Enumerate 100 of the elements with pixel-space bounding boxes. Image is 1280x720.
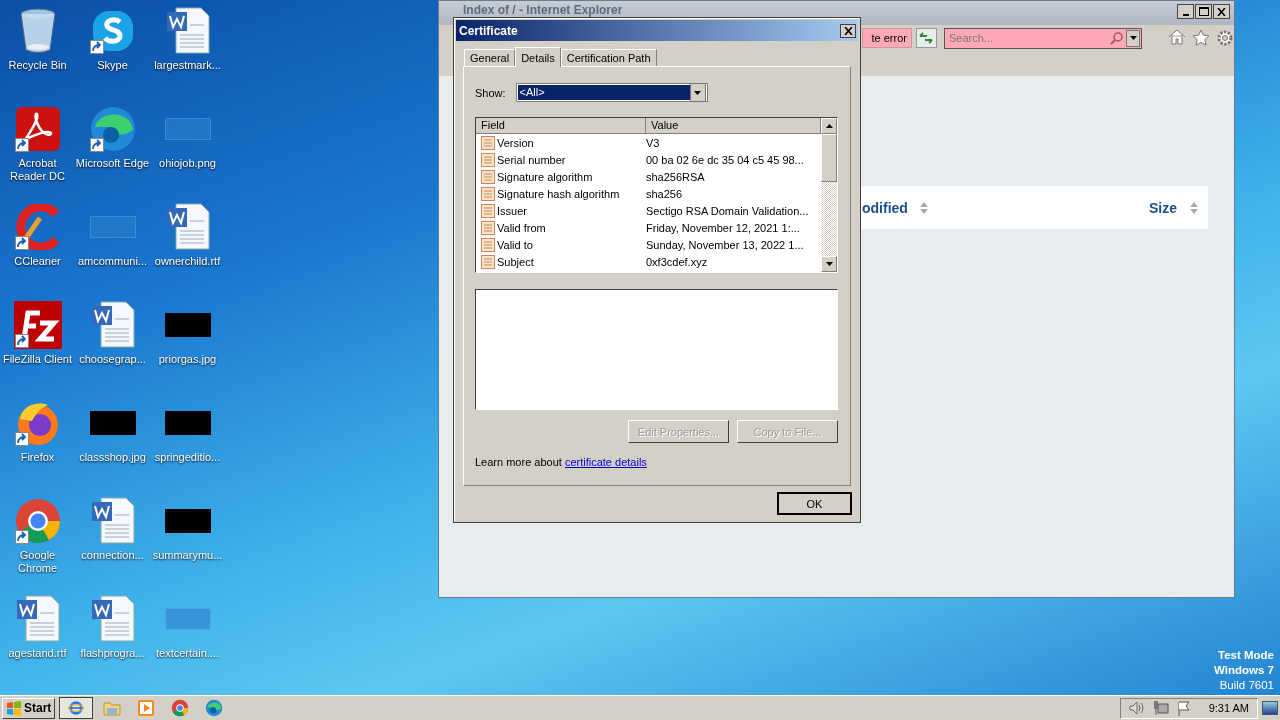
- os-notice-text: Build 7601: [1219, 678, 1274, 693]
- certificate-field-icon: [481, 186, 495, 201]
- desktop-icon-label[interactable]: Recycle Bin: [0, 59, 75, 72]
- desktop-icon-label[interactable]: Acrobat Reader DC: [0, 157, 75, 183]
- windows-flag-icon: [6, 700, 22, 716]
- tab[interactable]: Certification Path: [560, 49, 657, 66]
- image-thumbnail: [164, 411, 211, 435]
- desktop-icon-label[interactable]: ohiojob.png: [150, 157, 225, 170]
- certificate-field-icon: [481, 237, 495, 252]
- desktop-icon-label[interactable]: priorgas.jpg: [150, 353, 225, 366]
- image-thumbnail: [89, 216, 136, 238]
- field-name[interactable]: Version: [497, 136, 534, 149]
- flag-icon[interactable]: [1176, 700, 1191, 716]
- close-icon: [1217, 7, 1226, 16]
- field-value[interactable]: sha256: [646, 187, 821, 200]
- close-button[interactable]: [840, 23, 856, 38]
- desktop-icon-label[interactable]: CCleaner: [0, 255, 75, 268]
- document-icon: [15, 595, 60, 643]
- field-value[interactable]: V3: [646, 136, 821, 149]
- image-thumbnail: [164, 509, 211, 533]
- field-value[interactable]: sha256RSA: [646, 170, 821, 183]
- network-icon[interactable]: [1152, 700, 1169, 716]
- certificate-field-icon: [481, 254, 495, 269]
- desktop-icon-label[interactable]: Skype: [75, 59, 150, 72]
- settings-icon[interactable]: [1216, 29, 1234, 47]
- desktop-icon-label[interactable]: Firefox: [0, 451, 75, 464]
- column-header[interactable]: odified: [862, 199, 908, 216]
- desktop-icon-label[interactable]: Microsoft Edge: [75, 157, 150, 170]
- close-button[interactable]: [1213, 4, 1230, 19]
- document-icon: [165, 203, 210, 251]
- field-name[interactable]: Subject: [497, 255, 534, 268]
- desktop-icon-label[interactable]: largestmark...: [150, 59, 225, 72]
- field-value[interactable]: Sectigo RSA Domain Validation...: [646, 204, 821, 217]
- pdf-logo-icon: [14, 106, 61, 152]
- clock[interactable]: 9:31 AM: [1208, 702, 1249, 714]
- image-thumbnail: [164, 118, 211, 140]
- c-logo-icon: [13, 204, 62, 250]
- desktop-icon-label[interactable]: amcommuni...: [75, 255, 150, 268]
- play-icon: [137, 699, 156, 717]
- field-name[interactable]: Serial number: [497, 153, 566, 166]
- taskbar-app-button[interactable]: [59, 697, 94, 719]
- wave-logo-icon: [88, 105, 137, 153]
- speaker-icon[interactable]: [1128, 701, 1145, 715]
- field-name[interactable]: Valid from: [497, 221, 546, 234]
- certificate-field-icon: [481, 220, 495, 235]
- field-value[interactable]: 00 ba 02 6e dc 35 04 c5 45 98...: [646, 153, 821, 166]
- show-desktop-button[interactable]: [1262, 701, 1278, 715]
- field-value[interactable]: 0xf3cdef.xyz: [646, 255, 821, 268]
- show-dropdown[interactable]: <All>: [515, 83, 708, 102]
- column-header[interactable]: Value: [646, 118, 821, 134]
- certificate-field-icon: [481, 203, 495, 218]
- field-name[interactable]: Signature algorithm: [497, 170, 593, 183]
- document-icon: [90, 595, 135, 643]
- field-name[interactable]: Signature hash algorithm: [497, 187, 620, 200]
- tricolor-circle-icon: [171, 699, 190, 717]
- home-icon[interactable]: [1168, 29, 1186, 45]
- learn-more-text: Learn more about certificate details: [475, 456, 648, 468]
- refresh-arrows-icon: [919, 32, 934, 44]
- ringed-globe-icon: [68, 700, 85, 716]
- tab[interactable]: General: [464, 49, 516, 66]
- image-thumbnail: [164, 313, 211, 337]
- column-header[interactable]: Size: [1149, 199, 1177, 216]
- field-value[interactable]: Friday, November 12, 2021 1:...: [646, 221, 821, 234]
- os-notice-text: Test Mode: [1218, 648, 1274, 663]
- dialog-title: Certificate: [459, 23, 518, 38]
- s-logo-icon: [90, 9, 135, 53]
- minimize-icon: [1182, 13, 1189, 16]
- start-button[interactable]: Start: [2, 697, 56, 719]
- column-header[interactable]: Field: [476, 118, 646, 134]
- search-field[interactable]: Search...: [944, 27, 1142, 49]
- sort-icon[interactable]: [919, 201, 928, 214]
- desktop-icon-label[interactable]: ownerchild.rtf: [150, 255, 225, 268]
- close-icon: [843, 26, 853, 35]
- certificate-error-button[interactable]: te error: [862, 28, 912, 48]
- certificate-field-icon: [481, 169, 495, 184]
- certificate-details-link[interactable]: certificate details: [564, 456, 647, 468]
- certificate-field-icon: [481, 135, 495, 150]
- field-name[interactable]: Issuer: [497, 204, 527, 217]
- desktop-icon-label[interactable]: choosegrap...: [75, 353, 150, 366]
- star-icon[interactable]: [1192, 29, 1210, 46]
- scrollbar[interactable]: [821, 118, 837, 272]
- field-value[interactable]: Sunday, November 13, 2022 1...: [646, 238, 821, 251]
- maximize-icon: [1198, 7, 1209, 16]
- caret-icon: [1129, 36, 1137, 40]
- up-arrow-icon: [825, 124, 833, 128]
- field-name[interactable]: Valid to: [497, 238, 533, 251]
- image-thumbnail: [164, 608, 211, 630]
- minimize-button[interactable]: [1177, 4, 1194, 19]
- wave-logo-icon: [205, 699, 224, 717]
- sort-icon[interactable]: [1190, 201, 1198, 214]
- document-icon: [165, 7, 210, 55]
- ok-button[interactable]: OK: [777, 492, 852, 515]
- refresh-button[interactable]: [915, 28, 937, 48]
- trash-can-icon: [18, 8, 57, 54]
- desktop-icon-label[interactable]: FileZilla Client: [0, 353, 75, 366]
- maximize-button[interactable]: [1195, 4, 1212, 19]
- document-icon: [90, 497, 135, 545]
- certificate-field-icon: [481, 152, 495, 167]
- folder-icon: [103, 700, 122, 716]
- tab[interactable]: Details: [515, 47, 561, 67]
